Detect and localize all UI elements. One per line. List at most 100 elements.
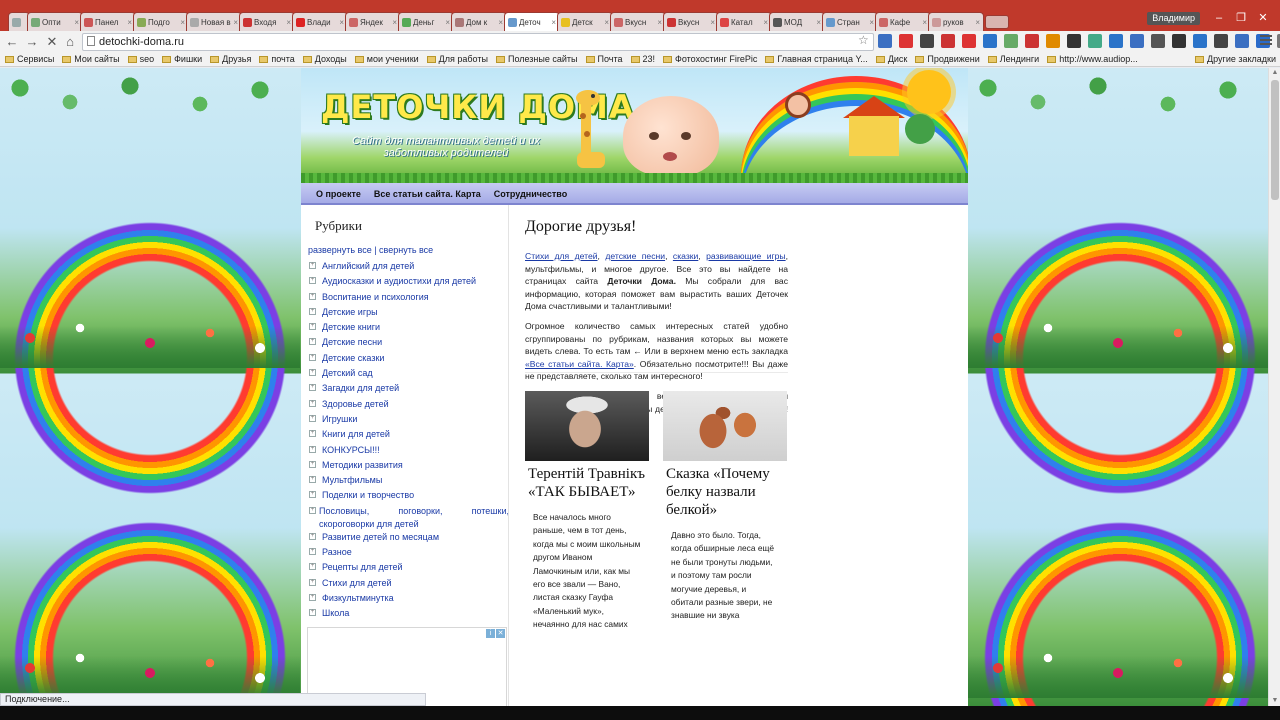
expand-plus-icon[interactable]: + <box>309 307 316 315</box>
extension-icon[interactable] <box>1088 34 1102 48</box>
article-card[interactable]: Терентій Травнікъ «ТАК БЫВАЕТ» Все начал… <box>525 391 649 632</box>
extension-icon[interactable] <box>878 34 892 48</box>
rubric-link[interactable]: + Загадки для детей <box>307 382 509 397</box>
tab-close-icon[interactable]: × <box>392 18 397 27</box>
expand-plus-icon[interactable]: + <box>309 430 316 438</box>
rubric-link[interactable]: + Разное <box>307 546 509 561</box>
address-bar[interactable]: detochki-doma.ru <box>82 33 874 51</box>
page-scrollbar[interactable]: ▲ ▼ <box>1268 68 1280 706</box>
rubric-link[interactable]: + Физкультминутка <box>307 592 509 607</box>
tab-close-icon[interactable]: × <box>869 18 874 27</box>
tab-close-icon[interactable]: × <box>74 18 79 27</box>
expand-plus-icon[interactable]: + <box>309 414 316 422</box>
rubric-link[interactable]: + Методики развития <box>307 459 509 474</box>
bookmark-item[interactable]: Доходы <box>302 53 347 66</box>
expand-plus-icon[interactable]: + <box>309 532 316 540</box>
tab-close-icon[interactable]: × <box>604 18 609 27</box>
bookmark-item[interactable]: Сервисы <box>5 53 54 66</box>
article-title[interactable]: Сказка «Почему белку назвали белкой» <box>663 465 787 519</box>
link-fairy-tales[interactable]: сказки <box>673 251 698 261</box>
browser-tab[interactable]: Детск × <box>557 12 613 31</box>
back-icon[interactable]: ← <box>4 34 20 50</box>
site-header-banner[interactable]: ДЕТОЧКИ ДОМА Сайт для талантливых детей … <box>301 68 968 183</box>
browser-tab[interactable]: Опти × <box>27 12 83 31</box>
extension-icon[interactable] <box>1151 34 1165 48</box>
tab-close-icon[interactable]: × <box>710 18 715 27</box>
tab-close-icon[interactable]: × <box>816 18 821 27</box>
article-title[interactable]: Терентій Травнікъ «ТАК БЫВАЕТ» <box>525 465 649 501</box>
extension-icon[interactable] <box>1109 34 1123 48</box>
tab-close-icon[interactable]: × <box>975 18 980 27</box>
bookmark-item[interactable]: почта <box>259 53 295 66</box>
close-window-icon[interactable]: ✕ <box>1252 10 1274 26</box>
article-thumbnail[interactable] <box>663 391 787 461</box>
bookmark-item[interactable]: Фишки <box>162 53 202 66</box>
bookmark-item[interactable]: 23! <box>630 53 655 66</box>
bookmark-item[interactable]: Почта <box>585 53 623 66</box>
extension-icon[interactable] <box>920 34 934 48</box>
rubric-link[interactable]: + Воспитание и психология <box>307 291 509 306</box>
extension-icon[interactable] <box>1214 34 1228 48</box>
rubric-link[interactable]: + Детские книги <box>307 321 509 336</box>
extension-icon[interactable] <box>962 34 976 48</box>
extension-icon[interactable] <box>1067 34 1081 48</box>
rubric-link[interactable]: + КОНКУРСЫ!!! <box>307 444 509 459</box>
new-tab-button[interactable] <box>985 15 1009 29</box>
tab-close-icon[interactable]: × <box>551 18 556 27</box>
extension-icon[interactable] <box>899 34 913 48</box>
extension-icon[interactable] <box>1193 34 1207 48</box>
bookmark-item[interactable]: Фотохостинг FirePic <box>663 53 757 66</box>
browser-tab[interactable]: Дом к × <box>451 12 507 31</box>
expand-plus-icon[interactable]: + <box>309 460 316 468</box>
ad-close-icon[interactable]: ✕ <box>496 629 505 638</box>
browser-tab[interactable]: Входя × <box>239 12 295 31</box>
tab-close-icon[interactable]: × <box>657 18 662 27</box>
extension-icon[interactable] <box>1004 34 1018 48</box>
extension-icon[interactable] <box>983 34 997 48</box>
menu-about[interactable]: О проекте <box>316 183 361 203</box>
browser-tab[interactable]: Кафе × <box>875 12 931 31</box>
ad-choices[interactable]: i ✕ <box>485 629 505 638</box>
browser-tab[interactable]: Подго × <box>133 12 189 31</box>
profile-badge[interactable]: Владимир <box>1147 12 1200 25</box>
bookmark-item[interactable]: Друзья <box>210 53 251 66</box>
browser-tab[interactable]: Панел × <box>80 12 136 31</box>
browser-tab[interactable]: Деточ × <box>504 12 560 31</box>
expand-plus-icon[interactable]: + <box>309 578 316 586</box>
menu-cooperation[interactable]: Сотрудничество <box>494 183 567 203</box>
tab-close-icon[interactable]: × <box>498 18 503 27</box>
tab-close-icon[interactable]: × <box>763 18 768 27</box>
extension-icon[interactable] <box>1025 34 1039 48</box>
bookmark-item[interactable]: Для работы <box>426 53 488 66</box>
expand-plus-icon[interactable]: + <box>309 593 316 601</box>
expand-plus-icon[interactable]: + <box>309 445 316 453</box>
maximize-icon[interactable]: ❐ <box>1230 10 1252 26</box>
expand-collapse-link[interactable]: развернуть все | свернуть все <box>307 245 509 260</box>
rubric-link[interactable]: + Детский сад <box>307 367 509 382</box>
scrollbar-thumb[interactable] <box>1271 80 1279 200</box>
rubric-link[interactable]: + Аудиосказки и аудиостихи для детей <box>307 275 509 290</box>
browser-tab[interactable]: МОД × <box>769 12 825 31</box>
expand-plus-icon[interactable]: + <box>309 262 316 269</box>
browser-tab[interactable]: Катал × <box>716 12 772 31</box>
expand-plus-icon[interactable]: + <box>309 476 316 484</box>
browser-tab[interactable]: Новая вк × <box>186 12 242 31</box>
extension-icon[interactable] <box>1172 34 1186 48</box>
rubric-link[interactable]: + Английский для детей <box>307 260 509 275</box>
tab-close-icon[interactable]: × <box>445 18 450 27</box>
expand-plus-icon[interactable]: + <box>309 491 316 499</box>
expand-plus-icon[interactable]: + <box>309 563 316 571</box>
browser-tab[interactable]: Стран × <box>822 12 878 31</box>
link-sitemap[interactable]: «Все статьи сайта. Карта» <box>525 359 634 369</box>
tab-close-icon[interactable]: × <box>180 18 185 27</box>
link-songs[interactable]: детские песни <box>605 251 665 261</box>
bookmark-item[interactable]: мои ученики <box>354 53 419 66</box>
rubric-link[interactable]: + Рецепты для детей <box>307 561 509 576</box>
rubric-link[interactable]: + Мультфильмы <box>307 474 509 489</box>
forward-icon[interactable]: → <box>24 34 40 50</box>
ad-info-icon[interactable]: i <box>486 629 495 638</box>
browser-tab[interactable]: Деньг × <box>398 12 454 31</box>
bookmark-item[interactable]: Диск <box>875 53 907 66</box>
expand-plus-icon[interactable]: + <box>309 548 316 556</box>
expand-plus-icon[interactable]: + <box>309 384 316 392</box>
